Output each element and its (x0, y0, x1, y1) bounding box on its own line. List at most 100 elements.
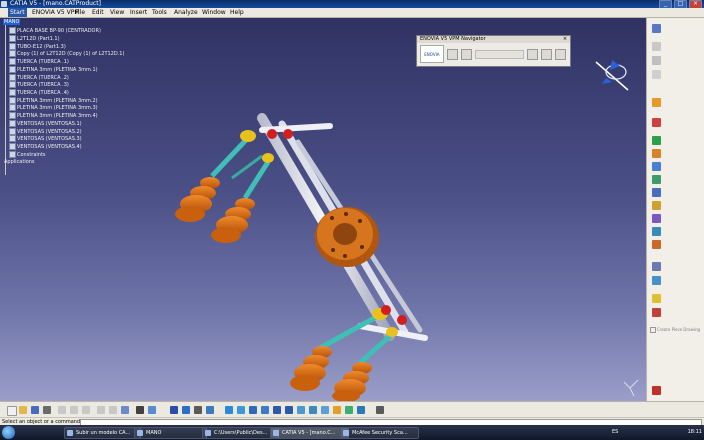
zoom-in-icon[interactable] (273, 406, 281, 414)
catalog-icon[interactable] (170, 406, 178, 414)
catia-logo-icon (652, 386, 661, 395)
fly-icon[interactable] (225, 406, 233, 414)
mcafee-icon (343, 430, 349, 436)
whats-this-icon[interactable] (121, 406, 129, 414)
clock[interactable]: 18:11 (688, 427, 702, 437)
menu-tools[interactable]: Tools (152, 8, 167, 17)
enovia-logo-icon: ENOVIA (420, 45, 444, 63)
tool-icon[interactable] (652, 188, 661, 197)
menu-file[interactable]: File (75, 8, 85, 17)
undo-icon[interactable] (97, 406, 105, 414)
compass-icon[interactable] (595, 60, 629, 91)
hide-show-icon[interactable] (333, 406, 341, 414)
menu-insert[interactable]: Insert (130, 8, 147, 17)
folder-icon (137, 430, 143, 436)
menu-enovia[interactable]: ENOVIA V5 VPM (32, 8, 80, 17)
tool-icon[interactable] (357, 406, 365, 414)
start-orb-icon[interactable] (2, 426, 15, 439)
quick-view-icon[interactable] (309, 406, 317, 414)
cut-icon[interactable] (58, 406, 66, 414)
window-title: CATIA V5 - [mano.CATProduct] (10, 0, 101, 7)
knowledge-icon[interactable] (148, 406, 156, 414)
suction-cup-3[interactable] (290, 346, 332, 391)
paste-icon[interactable] (82, 406, 90, 414)
browser-icon (67, 430, 73, 436)
zoom-out-icon[interactable] (285, 406, 293, 414)
tool-icon[interactable] (652, 56, 661, 65)
language-indicator[interactable]: ES (612, 427, 618, 437)
navigator-tool-3[interactable] (527, 48, 539, 60)
taskbar-item[interactable]: MANO (134, 427, 207, 439)
tool-icon[interactable] (652, 24, 661, 33)
pan-icon[interactable] (249, 406, 257, 414)
navigator-field[interactable] (474, 49, 525, 59)
save-icon[interactable] (31, 406, 39, 414)
tool-icon[interactable] (652, 214, 661, 223)
bottom-toolbar (0, 401, 704, 418)
menu-start[interactable]: Start (8, 8, 27, 17)
copy-icon[interactable] (70, 406, 78, 414)
navigator-tool-1[interactable] (446, 48, 458, 60)
menu-bar: Start ENOVIA V5 VPM File Edit View Inser… (0, 8, 704, 18)
tool-icon[interactable] (376, 406, 384, 414)
menu-analyze[interactable]: Analyze (174, 8, 198, 17)
suction-cup-1[interactable] (175, 177, 220, 222)
tool-icon[interactable] (652, 240, 661, 249)
tool-icon[interactable] (652, 276, 661, 285)
upper-arm-2[interactable] (242, 153, 274, 200)
tool-icon[interactable] (652, 118, 661, 127)
tool-icon[interactable] (652, 149, 661, 158)
taskbar-item[interactable]: C:\Users\Public\Des... (202, 427, 279, 439)
tool-icon[interactable] (652, 201, 661, 210)
tool-icon[interactable] (652, 70, 661, 79)
tool-icon[interactable] (652, 175, 661, 184)
suction-cup-4[interactable] (332, 362, 372, 401)
navigator-toolbar: ENOVIA (420, 45, 566, 63)
navigator-close-button[interactable]: × (562, 36, 568, 42)
menu-window[interactable]: Window (202, 8, 226, 17)
tool-icon[interactable] (652, 162, 661, 171)
taskbar-item[interactable]: Subir un modelo CA... (64, 427, 141, 439)
3d-viewport[interactable]: MANO PLACA BASE BP-90 (CENTRADOR) L2T12D… (0, 18, 646, 401)
normal-view-icon[interactable] (297, 406, 305, 414)
window-controls: _ □ × (659, 0, 702, 9)
tool-icon[interactable] (652, 294, 661, 303)
menu-help[interactable]: Help (230, 8, 244, 17)
tool-icon[interactable] (206, 406, 214, 414)
enovia-navigator-window[interactable]: ENOVIA V5 VPM Navigator × ENOVIA (416, 35, 571, 67)
navigator-tool-4[interactable] (541, 48, 553, 60)
table-icon[interactable] (182, 406, 190, 414)
tool-icon[interactable] (652, 42, 661, 51)
3d-model[interactable] (0, 18, 646, 401)
open-icon[interactable] (19, 406, 27, 414)
redo-icon[interactable] (109, 406, 117, 414)
catia-icon (273, 430, 279, 436)
tool-icon[interactable] (652, 136, 661, 145)
tool-icon[interactable] (652, 262, 661, 271)
fit-all-icon[interactable] (237, 406, 245, 414)
taskbar-item[interactable]: McAfee Security Sca... (340, 427, 419, 439)
swap-visible-space-icon[interactable] (345, 406, 353, 414)
view-mode-icon[interactable] (321, 406, 329, 414)
new-icon[interactable] (7, 406, 17, 416)
folder-icon (205, 430, 211, 436)
tool-icon[interactable] (652, 98, 661, 107)
menu-edit[interactable]: Edit (92, 8, 104, 17)
print-icon[interactable] (43, 406, 51, 414)
navigator-title: ENOVIA V5 VPM Navigator (417, 36, 570, 43)
navigator-tool-2[interactable] (460, 48, 472, 60)
menu-view[interactable]: View (110, 8, 124, 17)
formula-icon[interactable] (136, 406, 144, 414)
create-piece-drawing-option[interactable]: Create Piece Drawing (650, 327, 700, 333)
rotate-icon[interactable] (261, 406, 269, 414)
taskbar: Subir un modelo CA... MANO C:\Users\Publ… (0, 425, 704, 440)
tool-icon[interactable] (652, 227, 661, 236)
tool-icon[interactable] (194, 406, 202, 414)
taskbar-item-active[interactable]: CATIA V5 - [mano.C... (270, 427, 349, 439)
axis-indicator-icon (623, 379, 639, 397)
tool-icon[interactable] (652, 308, 661, 317)
navigator-tool-5[interactable] (555, 48, 566, 60)
center-flange[interactable] (315, 207, 379, 267)
catia-app-icon[interactable] (1, 1, 7, 7)
suction-cup-2[interactable] (211, 198, 255, 243)
